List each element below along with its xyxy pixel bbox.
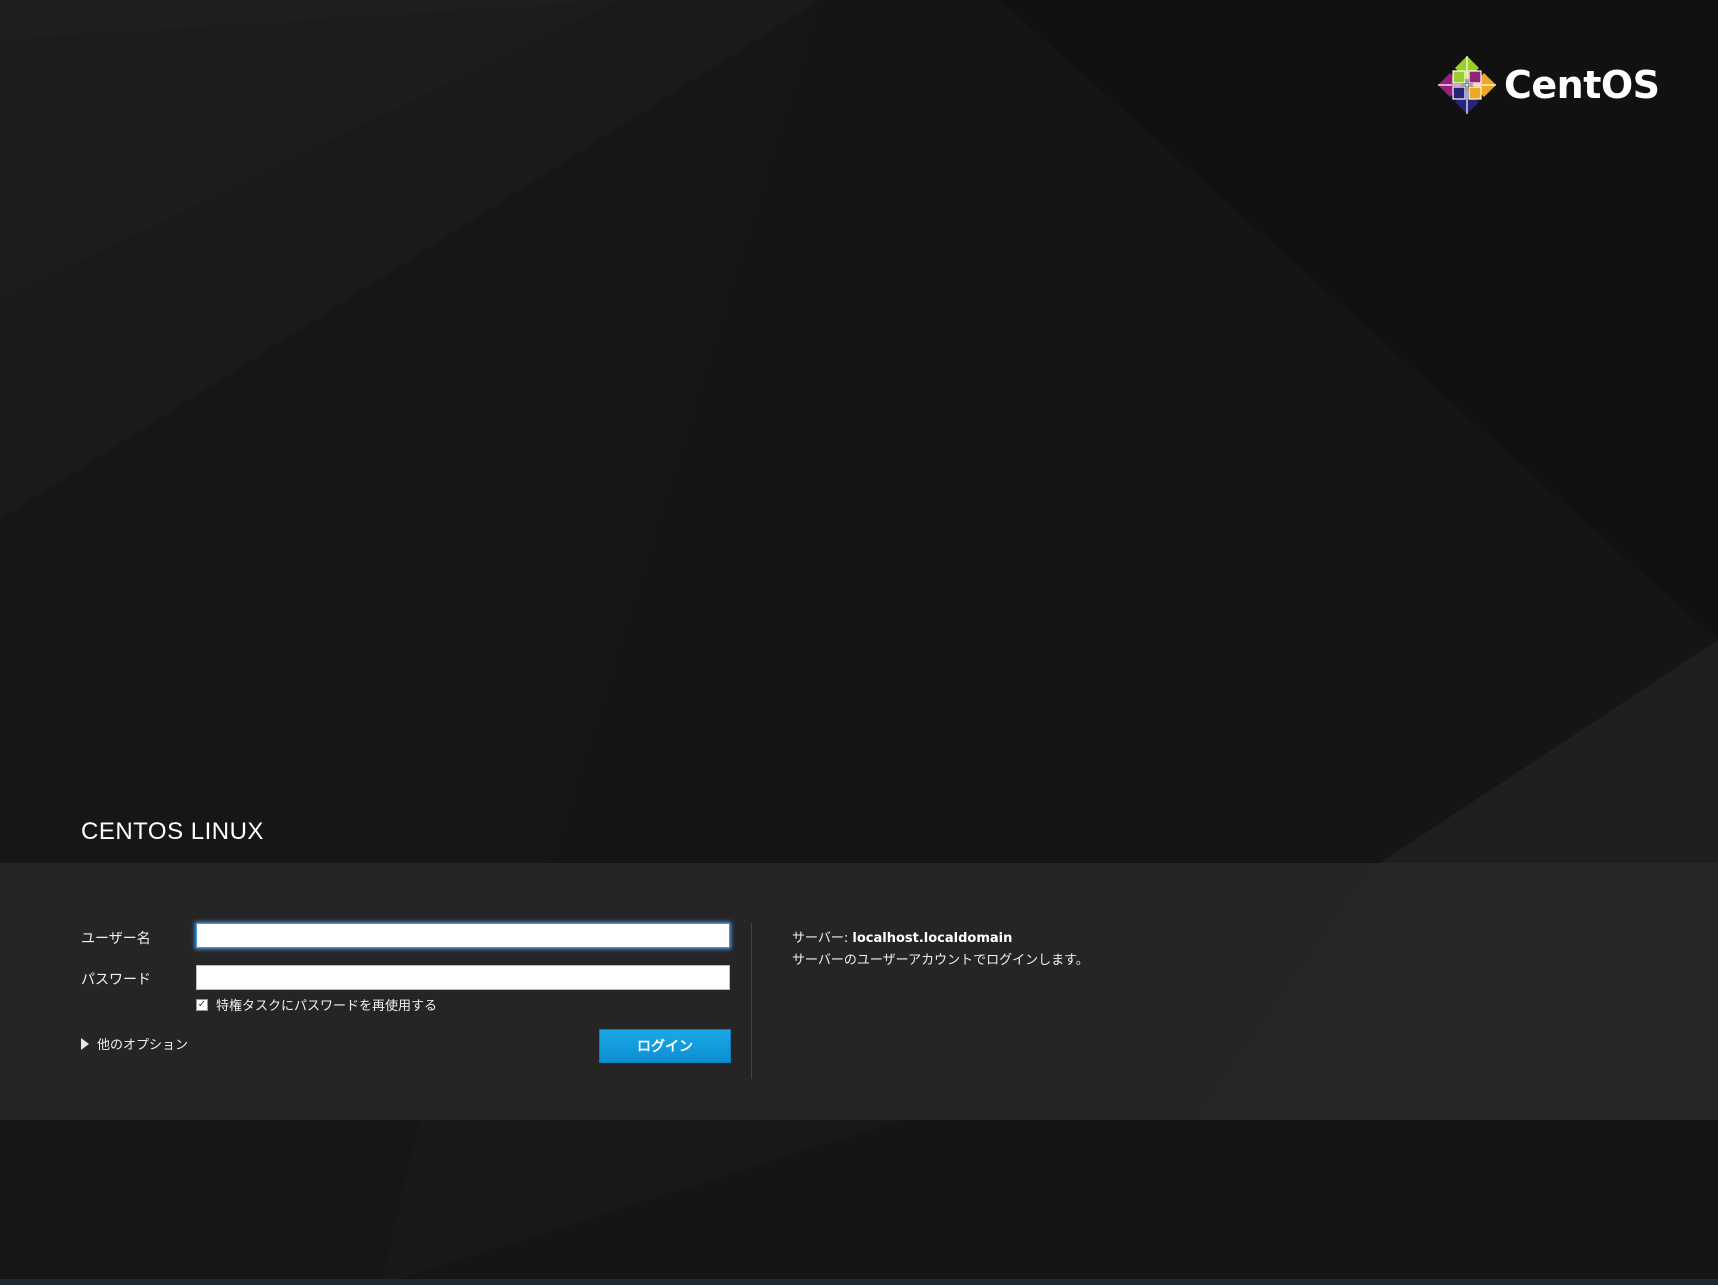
- reuse-password-checkbox[interactable]: ✓: [196, 998, 208, 1011]
- login-panel: [0, 863, 1718, 1120]
- server-name: localhost.localdomain: [852, 931, 1013, 946]
- centos-logo-icon: [1438, 56, 1496, 114]
- expand-triangle-icon: [81, 1037, 89, 1050]
- bottom-strip: [0, 1279, 1718, 1285]
- server-label: サーバー:: [792, 931, 849, 946]
- other-options-toggle[interactable]: 他のオプション: [81, 1034, 188, 1053]
- logo-wordmark: CentOS: [1504, 63, 1660, 107]
- login-button[interactable]: ログイン: [599, 1029, 731, 1063]
- username-label: ユーザー名: [81, 931, 151, 947]
- brand-title: CENTOS LINUX: [81, 818, 264, 845]
- checkmark-icon: ✓: [197, 998, 207, 1010]
- server-description: サーバーのユーザーアカウントでログインします。: [792, 953, 1089, 968]
- server-info: サーバー: localhost.localdomain: [792, 927, 1012, 946]
- password-input[interactable]: [196, 965, 730, 990]
- login-screen: CentOS CENTOS LINUX ユーザー名 パスワード ✓ 特権タスクに…: [0, 0, 1718, 1285]
- password-label: パスワード: [81, 972, 151, 988]
- username-input[interactable]: [196, 923, 730, 948]
- reuse-password-option[interactable]: ✓ 特権タスクにパスワードを再使用する: [196, 995, 437, 1014]
- panel-divider: [751, 923, 752, 1079]
- other-options-label: 他のオプション: [97, 1038, 189, 1053]
- reuse-password-label: 特権タスクにパスワードを再使用する: [216, 999, 438, 1014]
- centos-logo: CentOS: [1438, 56, 1660, 114]
